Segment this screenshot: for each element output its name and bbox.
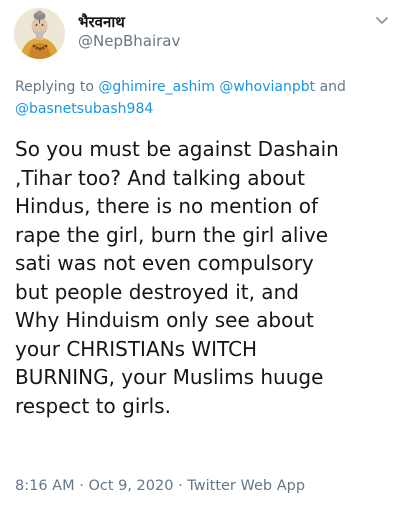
separator-dot: ·: [79, 478, 84, 494]
tweet-text-line: BURNING, your Muslims huuge: [15, 365, 324, 389]
replying-to-conjunction: and: [319, 79, 346, 95]
tweet-text: So you must be against Dashain ,Tihar to…: [15, 135, 395, 420]
tweet-card: भैरवनाथ @NepBhairav Replying to @ghimire…: [0, 0, 402, 507]
replying-to-label: Replying to: [15, 79, 94, 95]
tweet-date[interactable]: Oct 9, 2020: [88, 478, 173, 494]
mention-link[interactable]: @whovianpbt: [219, 79, 315, 95]
display-name[interactable]: भैरवनाथ: [78, 12, 125, 32]
tweet-text-line: your CHRISTIANs WITCH: [15, 336, 258, 361]
avatar-illustration: [14, 8, 65, 59]
tweet-text-line: respect to girls.: [15, 393, 171, 418]
mention-link[interactable]: @ghimire_ashim: [98, 79, 215, 95]
tweet-text-line: Hindus, there is no mention of: [15, 194, 319, 218]
replying-to: Replying to @ghimire_ashim @whovianpbt a…: [15, 76, 390, 120]
tweet-metadata: 8:16 AM · Oct 9, 2020 · Twitter Web App: [15, 478, 305, 494]
user-handle[interactable]: @NepBhairav: [78, 32, 180, 50]
chevron-down-icon[interactable]: [372, 10, 392, 30]
tweet-source[interactable]: Twitter Web App: [187, 478, 305, 494]
tweet-text-line: but people destroyed it, and: [15, 279, 299, 304]
tweet-text-line: Why Hinduism only see about: [15, 308, 314, 332]
tweet-time[interactable]: 8:16 AM: [15, 478, 75, 494]
mention-link[interactable]: @basnetsubash984: [15, 101, 153, 117]
tweet-text-line: rape the girl, burn the girl alive: [15, 222, 329, 247]
tweet-text-line: ,Tihar too? And talking about: [15, 165, 305, 190]
separator-dot: ·: [178, 478, 183, 494]
tweet-text-line: sati was not even compulsory: [15, 251, 314, 275]
tweet-text-line: So you must be against Dashain: [15, 137, 339, 161]
avatar[interactable]: [14, 8, 65, 59]
